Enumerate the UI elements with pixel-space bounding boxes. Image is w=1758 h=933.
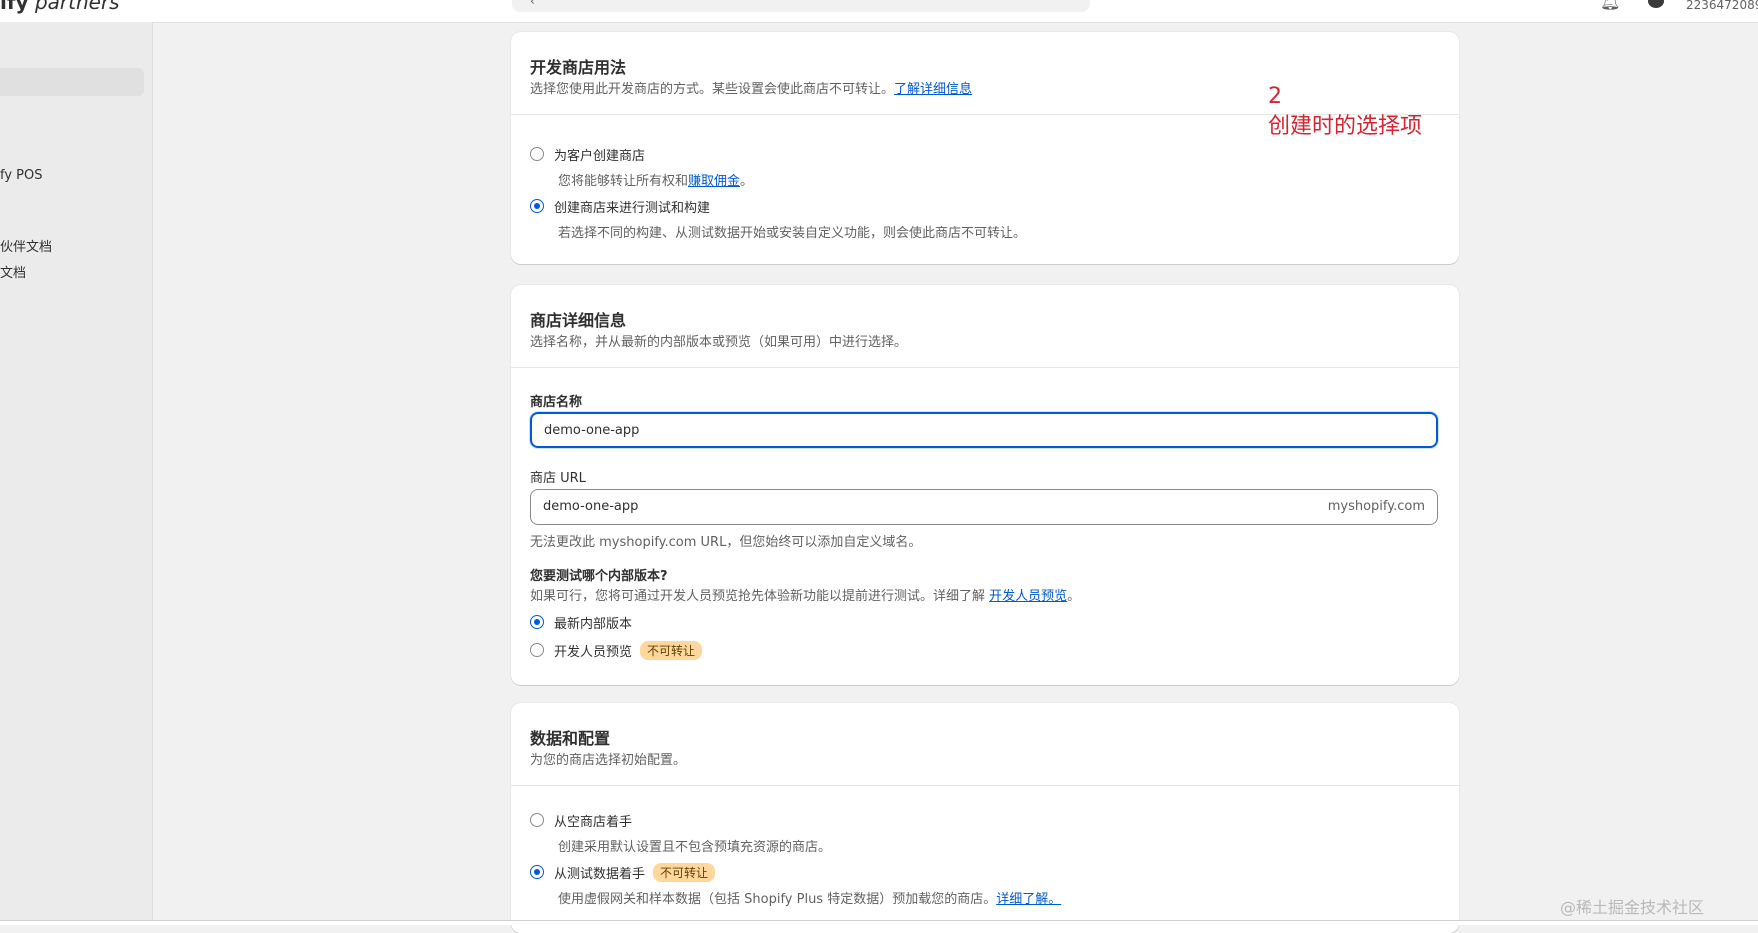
card-title: 开发商店用法 [530,58,627,77]
card-subtitle: 为您的商店选择初始配置。 [530,753,687,768]
card-title: 商店详细信息 [530,311,627,330]
annotation: 2 创建时的选择项 [1268,84,1423,139]
developer-preview-link[interactable]: 开发人员预览 [989,589,1067,604]
avatar[interactable] [1648,0,1664,8]
non-transferable-badge: 不可转让 [653,862,716,882]
radio-help-text: 若选择不同的构建、从测试数据开始或安装自定义功能，则会使此商店不可转让。 [558,226,1027,241]
sidebar: fy POS 伙伴文档 文档 [0,22,153,924]
card-title: 数据和配置 [530,729,611,748]
store-usage-card: 开发商店用法 选择您使用此开发商店的方式。某些设置会使此商店不可转让。了解详细信… [511,32,1459,264]
card-header: 数据和配置 为您的商店选择初始配置。 [511,703,1459,786]
sidebar-item-docs[interactable]: 文档 [0,262,26,281]
build-help-text: 如果可行，您将可通过开发人员预览抢先体验新功能以提前进行测试。详细了解 开发人员… [530,589,1081,604]
sidebar-item-partner-docs[interactable]: 伙伴文档 [0,236,52,255]
sidebar-item-pos[interactable]: fy POS [0,168,43,183]
bell-icon[interactable]: 🔔︎ [1600,0,1620,11]
store-details-card: 商店详细信息 选择名称，并从最新的内部版本或预览（如果可用）中进行选择。 商店名… [511,285,1459,685]
data-config-card: 数据和配置 为您的商店选择初始配置。 从空商店着手 创建采用默认设置且不包含预填… [511,703,1459,933]
watermark: @稀土掘金技术社区 [1560,898,1705,917]
radio-button[interactable] [530,813,544,827]
radio-button-selected[interactable] [530,199,544,213]
card-subtitle: 选择您使用此开发商店的方式。某些设置会使此商店不可转让。了解详细信息 [530,82,973,97]
bottom-bar [0,920,1758,925]
chevron-left-icon[interactable]: ‹ [530,0,535,8]
radio-client-store[interactable]: 为客户创建商店 [530,144,645,164]
store-name-input[interactable]: demo-one-app [530,412,1438,448]
store-url-input[interactable]: demo-one-app myshopify.com [530,489,1438,525]
url-suffix: myshopify.com [1327,499,1425,514]
top-bar: ify partners ‹ 🔔︎ 2236472089@ [0,0,1758,23]
radio-button-selected[interactable] [530,865,544,879]
store-name-label: 商店名称 [530,395,583,410]
card-header: 商店详细信息 选择名称，并从最新的内部版本或预览（如果可用）中进行选择。 [511,285,1459,368]
radio-help-text: 创建采用默认设置且不包含预填充资源的商店。 [558,840,832,855]
learn-more-link[interactable]: 了解详细信息 [894,82,972,97]
radio-empty-store[interactable]: 从空商店着手 [530,810,632,830]
non-transferable-badge: 不可转让 [640,640,703,660]
radio-test-data[interactable]: 从测试数据着手 不可转让 [530,862,716,882]
earn-commission-link[interactable]: 赚取佣金 [688,174,740,189]
search-bar[interactable]: ‹ [512,0,1090,12]
sidebar-item-selected[interactable] [0,68,144,96]
learn-more-link[interactable]: 详细了解。 [996,892,1061,907]
radio-help-text: 使用虚假网关和样本数据（包括 Shopify Plus 特定数据）预加载您的商店… [558,892,1062,907]
store-url-label: 商店 URL [530,471,586,486]
partners-logo[interactable]: ify partners [0,0,120,14]
build-question: 您要测试哪个内部版本? [530,569,668,584]
radio-button[interactable] [530,643,544,657]
url-help-text: 无法更改此 myshopify.com URL，但您始终可以添加自定义域名。 [530,535,922,550]
radio-developer-preview[interactable]: 开发人员预览 不可转让 [530,640,703,660]
radio-help-text: 您将能够转让所有权和赚取佣金。 [558,174,754,189]
card-subtitle: 选择名称，并从最新的内部版本或预览（如果可用）中进行选择。 [530,335,908,350]
account-name[interactable]: 2236472089@ [1686,0,1758,12]
radio-button[interactable] [530,147,544,161]
radio-latest-build[interactable]: 最新内部版本 [530,612,632,632]
radio-button-selected[interactable] [530,615,544,629]
radio-test-build-store[interactable]: 创建商店来进行测试和构建 [530,196,710,216]
